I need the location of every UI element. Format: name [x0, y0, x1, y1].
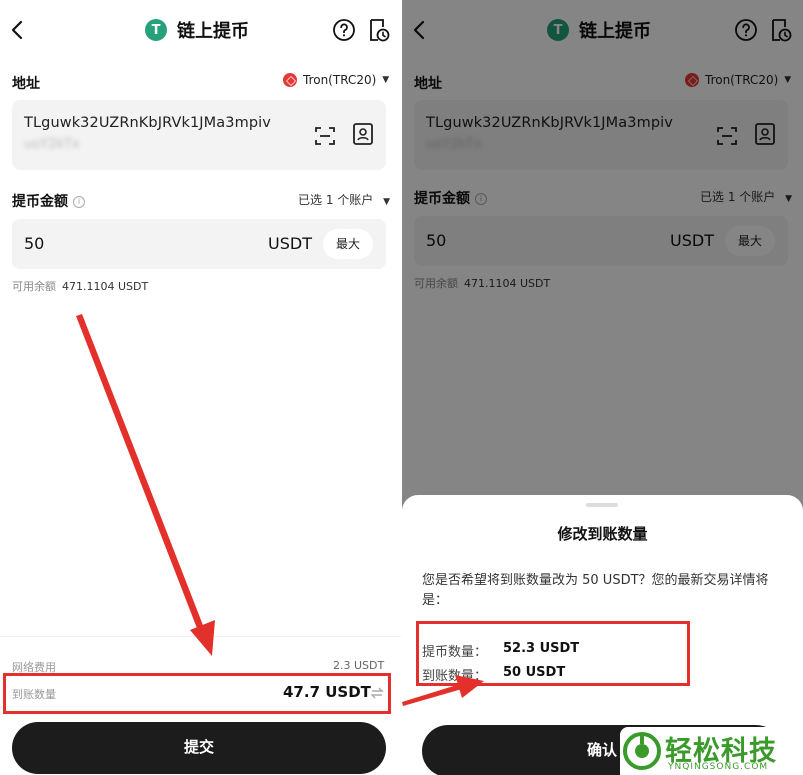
fee-label: 网络费用 — [12, 661, 56, 674]
address-text: TLguwk32UZRnKbJRVk1JMa3mpiv — [24, 115, 271, 131]
back-icon[interactable] — [8, 18, 28, 42]
receive-amount-value: 50 USDT — [503, 665, 566, 680]
amount-value: 50 — [24, 234, 45, 253]
sheet-message: 您是否希望将到账数量改为 50 USDT？您的最新交易详情将是： — [422, 573, 769, 608]
comparison-screenshot: T 链上提币 地址 Tron(TRC20) ▼ TLguwk32UZRnKbJR… — [0, 0, 803, 775]
top-bar: T 链上提币 — [0, 0, 401, 60]
caret-down-icon: ▼ — [383, 197, 391, 207]
account-select-text: 已选 1 个账户 — [298, 193, 374, 207]
amount-unit: USDT — [268, 234, 312, 253]
withdraw-screen-left: T 链上提币 地址 Tron(TRC20) ▼ TLguwk32UZRnKbJR… — [0, 0, 401, 775]
receive-amount-label: 到账数量： — [422, 669, 488, 684]
address-text-blurred: uoY2kTx — [24, 137, 80, 152]
network-value: Tron(TRC20) — [303, 73, 377, 87]
address-label: 地址 — [12, 76, 40, 92]
balance-label: 可用余额 — [12, 280, 56, 293]
watermark: 轻松科技 YNQINGSONG.COM — [620, 727, 803, 775]
withdraw-amount-label: 提币数量： — [422, 645, 488, 660]
usdt-icon: T — [145, 19, 167, 41]
balance-value: 471.1104 USDT — [62, 280, 149, 293]
tron-icon — [283, 73, 297, 87]
available-balance: 可用余额 471.1104 USDT — [12, 278, 148, 294]
address-book-icon[interactable] — [352, 122, 374, 146]
amount-label-group: 提币金额 i — [12, 191, 85, 211]
help-icon[interactable] — [332, 18, 356, 42]
amount-field[interactable]: 50 USDT 最大 — [12, 219, 386, 269]
watermark-logo-icon — [623, 732, 661, 770]
sheet-title: 修改到账数量 — [557, 525, 648, 543]
withdraw-amount-value: 52.3 USDT — [503, 641, 580, 656]
amount-label: 提币金额 — [12, 194, 68, 210]
info-icon[interactable]: i — [73, 196, 85, 208]
withdraw-screen-right: T 链上提币 地址 Tron(TRC20) ▼ TLguwk32UZRnKbJR… — [402, 0, 803, 775]
page-title: 链上提币 — [177, 21, 249, 42]
fee-value: 2.3 USDT — [333, 659, 385, 672]
network-select[interactable]: Tron(TRC20) ▼ — [283, 73, 389, 87]
watermark-url: YNQINGSONG.COM — [668, 762, 769, 772]
scan-icon[interactable] — [314, 125, 336, 147]
address-field[interactable]: TLguwk32UZRnKbJRVk1JMa3mpiv uoY2kTx — [12, 100, 386, 170]
title-group: T 链上提币 — [145, 16, 249, 44]
submit-button[interactable]: 提交 — [12, 722, 386, 774]
history-icon[interactable] — [366, 17, 390, 43]
max-button[interactable]: 最大 — [323, 229, 373, 259]
sheet-grabber[interactable] — [586, 503, 618, 507]
swap-icon[interactable] — [370, 686, 384, 700]
divider — [0, 636, 401, 637]
receive-label: 到账数量 — [12, 688, 56, 701]
account-select[interactable]: 已选 1 个账户 ▼ — [298, 191, 390, 208]
caret-down-icon: ▼ — [382, 75, 390, 85]
receive-value: 47.7 USDT — [283, 683, 371, 701]
